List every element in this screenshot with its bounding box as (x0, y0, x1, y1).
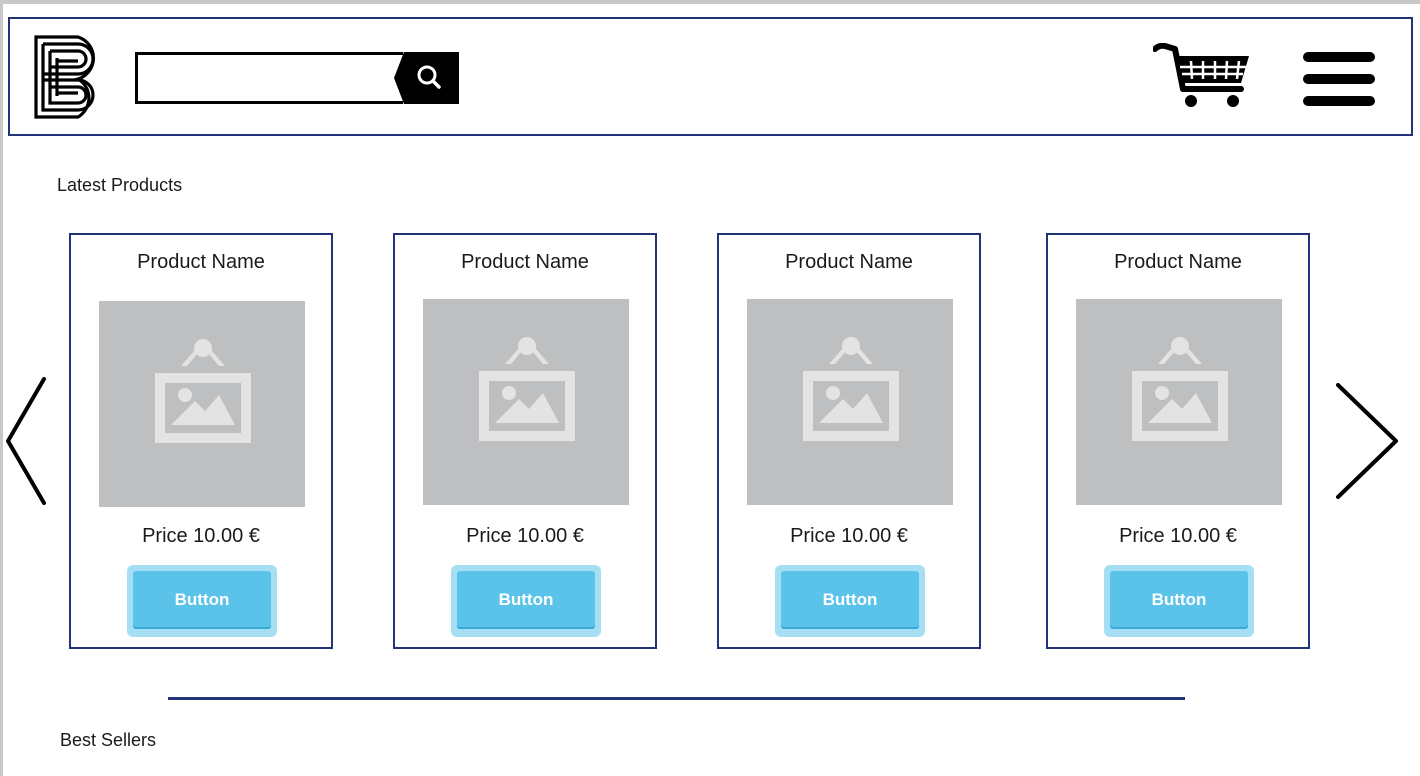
search-input[interactable] (135, 52, 403, 104)
product-button-label: Button (133, 571, 271, 629)
product-button-label: Button (457, 571, 595, 629)
product-name: Product Name (785, 251, 913, 273)
carousel-prev-arrow-icon[interactable] (4, 376, 48, 506)
site-header (8, 17, 1413, 136)
product-card: Product Name Price 10.00 € Button (69, 233, 333, 649)
product-price: Price 10.00 € (1119, 525, 1237, 547)
window-frame-top (0, 0, 1420, 4)
search-button[interactable] (394, 52, 459, 104)
product-name: Product Name (1114, 251, 1242, 273)
product-price: Price 10.00 € (142, 525, 260, 547)
product-button[interactable]: Button (451, 565, 601, 637)
product-button-label: Button (781, 571, 919, 629)
product-button[interactable]: Button (127, 565, 277, 637)
product-button-label: Button (1110, 571, 1248, 629)
product-card: Product Name Price 10.00 € Button (717, 233, 981, 649)
search-icon (394, 52, 459, 104)
product-button[interactable]: Button (1104, 565, 1254, 637)
product-name: Product Name (461, 251, 589, 273)
product-name: Product Name (137, 251, 265, 273)
product-price: Price 10.00 € (790, 525, 908, 547)
product-image-placeholder-icon (99, 301, 305, 507)
product-button[interactable]: Button (775, 565, 925, 637)
product-card: Product Name Price 10.00 € Button (393, 233, 657, 649)
latest-products-title: Latest Products (57, 175, 183, 195)
product-image-placeholder-icon (423, 299, 629, 505)
product-image-placeholder-icon (747, 299, 953, 505)
carousel-next-arrow-icon[interactable] (1334, 382, 1400, 500)
search-bar (135, 52, 459, 104)
product-price: Price 10.00 € (466, 525, 584, 547)
hamburger-menu-icon[interactable] (1303, 52, 1375, 106)
section-divider (168, 697, 1185, 700)
product-image-placeholder-icon (1076, 299, 1282, 505)
shopping-cart-icon[interactable] (1152, 42, 1253, 109)
letter-b-logo-icon[interactable] (34, 35, 116, 119)
best-sellers-title: Best Sellers (60, 730, 157, 750)
window-frame-left (0, 0, 3, 776)
product-card: Product Name Price 10.00 € Button (1046, 233, 1310, 649)
